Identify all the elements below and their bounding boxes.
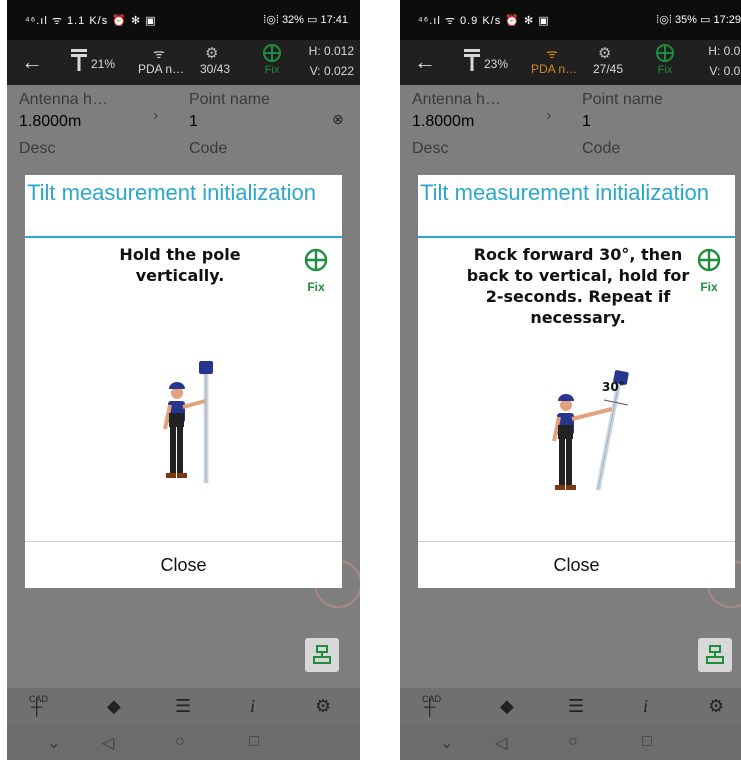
wifi-signal-icon: ᯤ [153,46,165,61]
angle-label: 30° [602,380,625,394]
satellite-count: 27/45 [592,62,624,76]
nav-collapse-icon[interactable]: ⌄ [440,733,453,753]
tilt-init-dialog: Tilt measurement initialization Hold the… [25,175,342,588]
status-icons-left: ⁴⁶.ıl ᯤ 1.1 K/s ⏰ ✻ ▣ [25,15,157,27]
instruction-text: Hold the pole vertically. [119,245,241,285]
nav-collapse-icon[interactable]: ⌄ [47,733,60,753]
h-precision: H: 0.012 [308,44,354,58]
bottom-toolbar: CAD ┼ ◆ ☰ i ⚙ [400,688,741,726]
stakeout-button[interactable] [305,638,339,672]
instruction-text: Rock forward 30°, then back to vertical,… [466,245,690,327]
chevron-right-icon[interactable]: › [153,107,158,125]
gnss-antenna-icon[interactable] [69,46,89,76]
code-label[interactable]: Code [582,140,620,158]
crosshair-icon[interactable] [261,42,283,64]
satellite-icon[interactable]: ⚙ [598,44,611,62]
status-icons-right: ⁞◎⁞ 35% ▭ 17:29 [656,14,741,26]
surveyor-tilted-pole-icon: 30° [552,370,629,491]
status-bar: ⁴⁶.ıl ᯤ 1.1 K/s ⏰ ✻ ▣ ⁞◎⁞ 32% ▭ 17:41 [7,0,360,40]
survey-toolbar: ← 21% ᯤ PDA n… ⚙ 30/43 Fix H: 0.012 V: 0… [7,40,360,85]
fix-label: Fix [307,280,325,294]
stakeout-button[interactable] [698,638,732,672]
fix-indicator: Fix [693,247,725,294]
satellite-icon[interactable]: ⚙ [205,44,218,62]
nav-back-icon[interactable]: ◁ [495,733,507,753]
nav-home-icon[interactable]: ○ [568,733,578,751]
point-form: Antenna h… 1.8000m › Point name 1 ⊗ Desc… [7,85,360,175]
close-button[interactable]: Close [418,542,735,588]
back-arrow-icon[interactable]: ← [414,49,436,75]
layers-icon[interactable]: ◆ [107,696,121,717]
menu-icon[interactable]: ☰ [175,696,191,717]
layers-icon[interactable]: ◆ [500,696,514,717]
clear-icon[interactable]: ⊗ [332,111,344,128]
android-nav-bar: ⌄ ◁ ○ □ [7,726,360,760]
point-name-value[interactable]: 1 [582,113,591,131]
settings-gear-icon[interactable]: ⚙ [708,696,724,717]
fix-status: Fix [264,64,280,76]
chevron-right-icon[interactable]: › [546,107,551,125]
surveyor-vertical-pole-icon [163,361,213,483]
settings-gear-icon[interactable]: ⚙ [315,696,331,717]
point-name-label: Point name [582,91,663,108]
nav-home-icon[interactable]: ○ [175,733,185,751]
point-name-label: Point name [189,91,270,108]
crosshair-icon [304,248,328,272]
info-icon[interactable]: i [250,696,255,717]
menu-icon[interactable]: ☰ [568,696,584,717]
cad-crosshair-icon[interactable]: ┼ [31,699,42,717]
stakeout-icon [313,645,331,664]
status-icons-right: ⁞◎⁞ 32% ▭ 17:41 [263,14,348,26]
stakeout-icon [706,645,724,664]
v-precision: V: 0.022 [309,64,354,78]
title-divider [25,236,342,238]
h-precision: H: 0.01 [708,44,741,58]
receiver-battery: 23% [484,57,509,71]
status-bar: ⁴⁶.ıl ᯤ 0.9 K/s ⏰ ✻ ▣ ⁞◎⁞ 35% ▭ 17:29 [400,0,741,40]
bottom-toolbar: CAD ┼ ◆ ☰ i ⚙ [7,688,360,726]
point-name-value[interactable]: 1 [189,113,198,131]
antenna-height-label: Antenna h… [412,91,501,108]
dialog-title: Tilt measurement initialization [27,180,316,205]
fix-label: Fix [700,280,718,294]
gnss-antenna-icon[interactable] [462,46,482,76]
phone-screen-right: ⁴⁶.ıl ᯤ 0.9 K/s ⏰ ✻ ▣ ⁞◎⁞ 35% ▭ 17:29 ← … [400,0,741,760]
tilt-init-dialog: Tilt measurement initialization Rock for… [418,175,735,588]
nav-back-icon[interactable]: ◁ [102,733,114,753]
desc-label[interactable]: Desc [19,140,55,158]
crosshair-icon [697,248,721,272]
survey-toolbar: ← 23% ᯤ PDA n… ⚙ 27/45 Fix H: 0.01 V: 0.… [400,40,741,85]
dialog-title: Tilt measurement initialization [420,180,709,205]
pda-connection[interactable]: PDA n… [524,62,584,76]
nav-recents-icon[interactable]: □ [249,733,259,751]
status-icons-left: ⁴⁶.ıl ᯤ 0.9 K/s ⏰ ✻ ▣ [418,15,550,27]
receiver-battery: 21% [91,57,116,71]
antenna-height-label: Antenna h… [19,91,108,108]
close-button[interactable]: Close [25,542,342,588]
desc-label[interactable]: Desc [412,140,448,158]
antenna-height-value[interactable]: 1.8000m [412,113,474,131]
satellite-count: 30/43 [199,62,231,76]
android-nav-bar: ⌄ ◁ ○ □ [400,726,741,760]
title-divider [418,236,735,238]
fix-status: Fix [657,64,673,76]
v-precision: V: 0.02 [709,64,741,78]
back-arrow-icon[interactable]: ← [21,49,43,75]
cad-crosshair-icon[interactable]: ┼ [424,699,435,717]
info-icon[interactable]: i [643,696,648,717]
antenna-height-value[interactable]: 1.8000m [19,113,81,131]
pda-connection[interactable]: PDA n… [131,62,191,76]
nav-recents-icon[interactable]: □ [642,733,652,751]
crosshair-icon[interactable] [654,42,676,64]
wifi-signal-icon: ᯤ [546,46,558,61]
point-form: Antenna h… 1.8000m › Point name 1 Desc C… [400,85,741,175]
code-label[interactable]: Code [189,140,227,158]
fix-indicator: Fix [300,247,332,294]
phone-screen-left: ⁴⁶.ıl ᯤ 1.1 K/s ⏰ ✻ ▣ ⁞◎⁞ 32% ▭ 17:41 ← … [7,0,360,760]
